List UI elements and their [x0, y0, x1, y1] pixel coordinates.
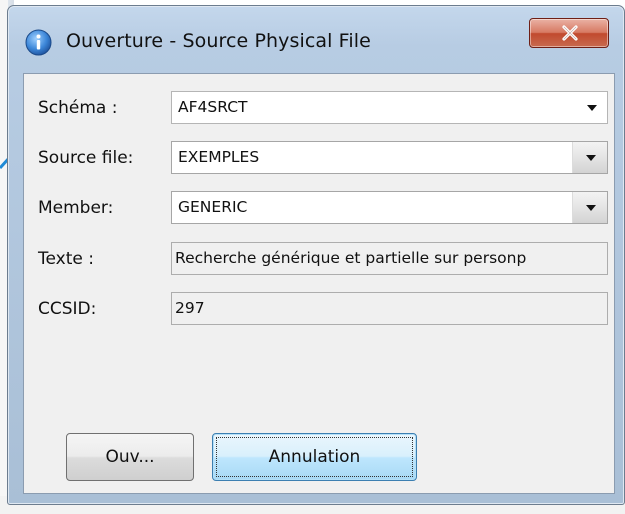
- close-icon: [562, 25, 578, 41]
- chevron-down-icon: [586, 155, 596, 161]
- dialog-body: Schéma : AF4SRCT Source file: EXEMPLES M: [23, 73, 615, 494]
- texte-label: Texte :: [38, 249, 94, 269]
- source-file-dropdown-button[interactable]: [572, 142, 607, 173]
- title-bar[interactable]: Ouverture - Source Physical File: [8, 6, 624, 76]
- cancel-button[interactable]: Annulation: [212, 433, 417, 481]
- ccsid-value: 297: [175, 299, 205, 317]
- open-button[interactable]: Ouv...: [66, 433, 194, 481]
- chevron-down-icon: [587, 105, 597, 111]
- texte-field[interactable]: Recherche générique et partielle sur per…: [171, 242, 608, 275]
- focus-indicator: [216, 437, 413, 477]
- schema-label: Schéma :: [38, 98, 118, 118]
- info-icon: [25, 29, 52, 56]
- dialog-title: Ouverture - Source Physical File: [66, 30, 371, 52]
- member-combo[interactable]: GENERIC: [171, 191, 608, 224]
- ccsid-field[interactable]: 297: [171, 292, 608, 325]
- source-file-value: EXEMPLES: [178, 148, 260, 166]
- ccsid-label: CCSID:: [38, 299, 97, 319]
- source-file-combo[interactable]: EXEMPLES: [171, 141, 608, 174]
- member-label: Member:: [38, 198, 114, 218]
- member-value: GENERIC: [178, 198, 248, 216]
- schema-value: AF4SRCT: [178, 98, 248, 116]
- member-dropdown-button[interactable]: [572, 192, 607, 223]
- close-button[interactable]: [529, 18, 609, 48]
- chevron-down-icon: [586, 205, 596, 211]
- source-file-label: Source file:: [38, 148, 134, 168]
- schema-combo[interactable]: AF4SRCT: [171, 91, 608, 124]
- texte-value: Recherche générique et partielle sur per…: [175, 249, 527, 267]
- open-source-file-dialog: Ouverture - Source Physical File Schéma …: [7, 5, 625, 505]
